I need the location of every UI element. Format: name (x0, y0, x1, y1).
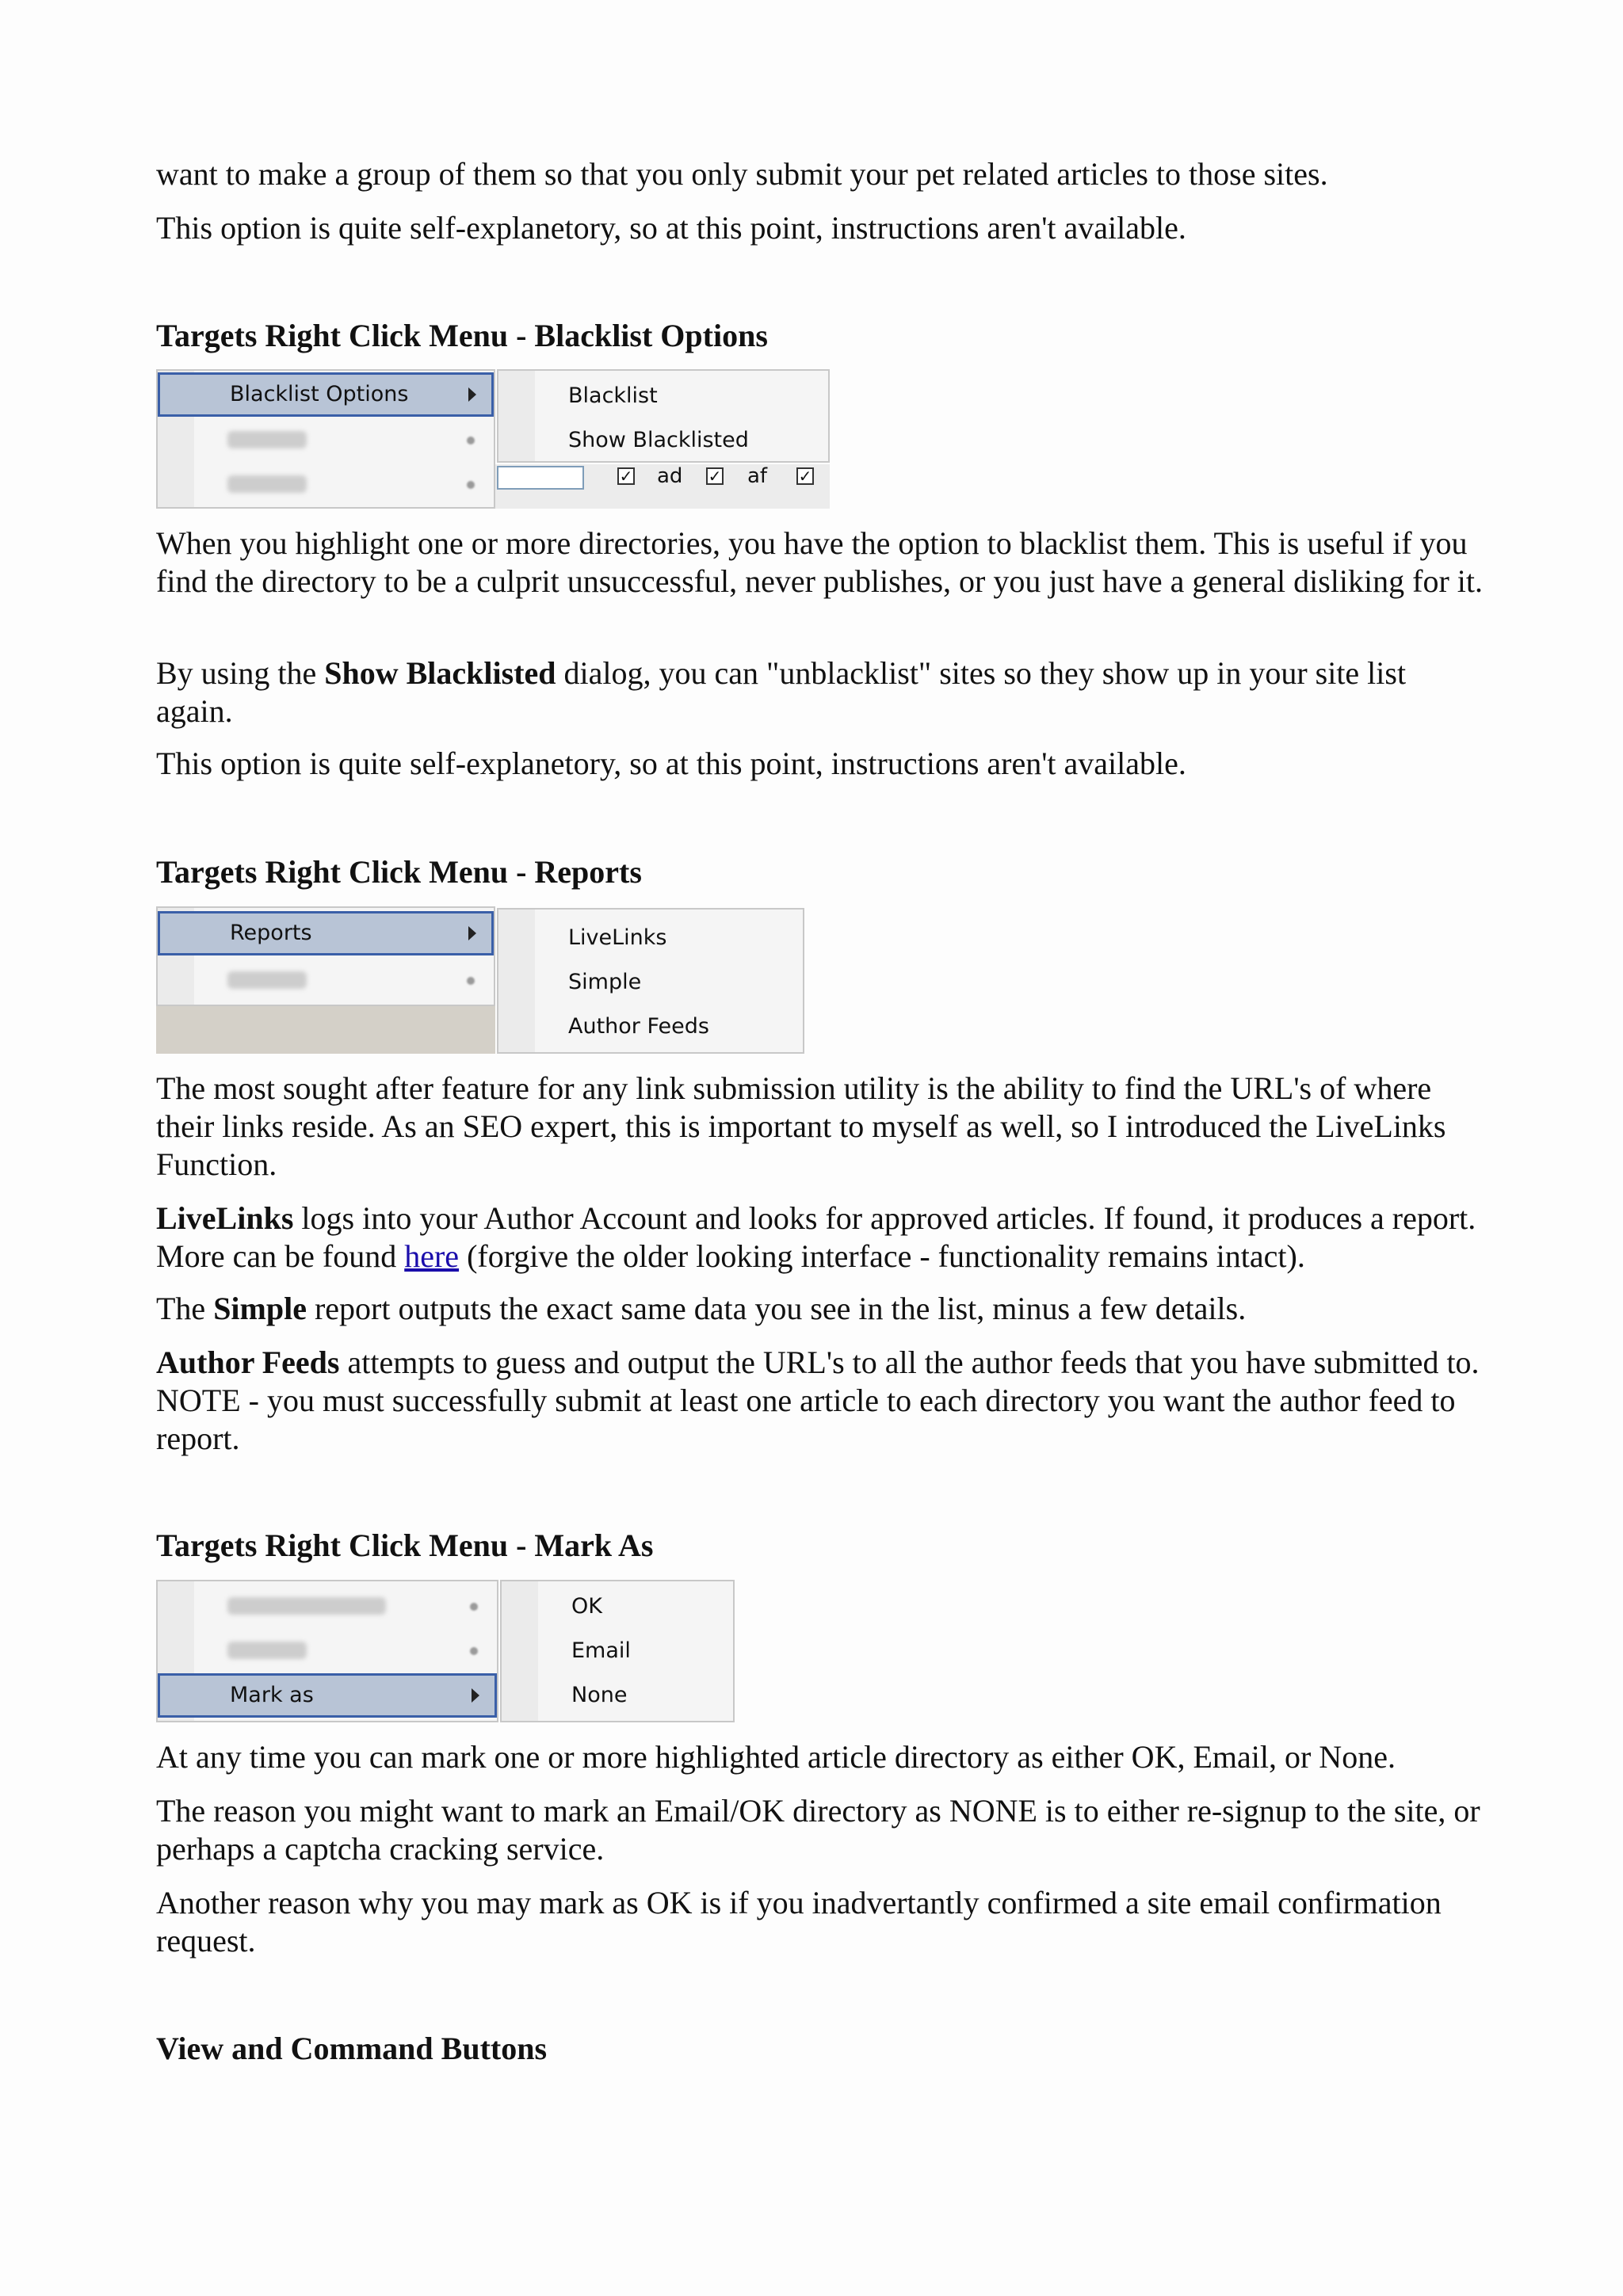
blurred-label (227, 971, 307, 989)
menu-item-mark-as-blurred[interactable] (158, 463, 494, 507)
menu-item-reports-blurred[interactable] (158, 1629, 497, 1673)
chevron-right-icon (468, 387, 476, 402)
submenu-item-blacklist[interactable]: Blacklist (498, 374, 828, 418)
submenu-item-none[interactable]: None (502, 1673, 733, 1718)
input-field-fragment[interactable] (497, 466, 584, 490)
menu-item-reports-blurred[interactable] (158, 418, 494, 463)
blurred-label (227, 1597, 386, 1615)
submenu-item-email[interactable]: Email (502, 1629, 733, 1673)
context-menu: Mark as (156, 1580, 498, 1722)
context-menu: Blacklist Options (156, 369, 495, 509)
markas-paragraph-3: Another reason why you may mark as OK is… (156, 1885, 1442, 1958)
submenu-item-author-feeds[interactable]: Author Feeds (498, 1005, 803, 1049)
checkbox-label-ad: ad (657, 464, 683, 488)
submenu: Blacklist Show Blacklisted (497, 369, 830, 463)
blacklist-paragraph-1: When you highlight one or more directori… (156, 525, 1484, 599)
submenu-indicator-icon (470, 1603, 478, 1611)
intro-paragraph-2: This option is quite self-explanetory, s… (156, 210, 1186, 246)
here-link[interactable]: here (404, 1238, 459, 1274)
blurred-label (227, 431, 307, 448)
menu-item-blacklist-options-blurred[interactable] (158, 1585, 497, 1629)
submenu-indicator-icon (470, 1647, 478, 1655)
chevron-right-icon (472, 1688, 479, 1703)
menu-item-mark-as-blurred[interactable] (158, 959, 494, 1003)
submenu-item-show-blacklisted[interactable]: Show Blacklisted (498, 418, 828, 463)
submenu: LiveLinks Simple Author Feeds (497, 908, 804, 1054)
submenu-item-ok[interactable]: OK (502, 1585, 733, 1629)
menu-item-reports[interactable]: Reports (158, 911, 494, 955)
intro-paragraph-1: want to make a group of them so that you… (156, 156, 1328, 192)
checkbox-ad[interactable]: ✓ (617, 467, 635, 485)
checkbox-label-af: af (747, 464, 768, 488)
markas-paragraph-2: The reason you might want to mark an Ema… (156, 1793, 1480, 1867)
markas-menu-screenshot: Mark as OK Email None (156, 1580, 736, 1722)
blacklist-paragraph-2: By using the Show Blacklisted dialog, yo… (156, 655, 1407, 729)
blurred-label (227, 475, 307, 493)
checkbox-next[interactable]: ✓ (796, 467, 814, 485)
submenu: OK Email None (500, 1580, 735, 1722)
markas-paragraph-1: At any time you can mark one or more hig… (156, 1739, 1396, 1775)
view-heading: View and Command Buttons (156, 2031, 548, 2066)
menu-item-blacklist-options[interactable]: Blacklist Options (158, 372, 494, 417)
markas-heading: Targets Right Click Menu - Mark As (156, 1527, 654, 1563)
menu-item-mark-as[interactable]: Mark as (158, 1673, 497, 1718)
reports-paragraph-2: LiveLinks logs into your Author Account … (156, 1200, 1476, 1274)
blurred-label (227, 1642, 307, 1659)
reports-heading: Targets Right Click Menu - Reports (156, 854, 642, 890)
reports-paragraph-4: Author Feeds attempts to guess and outpu… (156, 1344, 1480, 1456)
blacklist-paragraph-3: This option is quite self-explanetory, s… (156, 746, 1186, 781)
chevron-right-icon (468, 926, 476, 940)
checkbox-af[interactable]: ✓ (706, 467, 724, 485)
submenu-item-simple[interactable]: Simple (498, 960, 803, 1005)
reports-paragraph-3: The Simple report outputs the exact same… (156, 1291, 1247, 1326)
context-menu: Reports (156, 906, 495, 1006)
reports-menu-screenshot: Reports LiveLinks Simple Author Feeds (156, 906, 804, 1054)
submenu-item-livelinks[interactable]: LiveLinks (498, 916, 803, 960)
submenu-indicator-icon (467, 437, 475, 444)
reports-paragraph-1: The most sought after feature for any li… (156, 1070, 1446, 1182)
blacklist-heading: Targets Right Click Menu - Blacklist Opt… (156, 318, 768, 353)
submenu-indicator-icon (467, 977, 475, 985)
blacklist-menu-screenshot: Blacklist Options Blacklist Show Blackli… (156, 369, 830, 509)
submenu-indicator-icon (467, 481, 475, 489)
